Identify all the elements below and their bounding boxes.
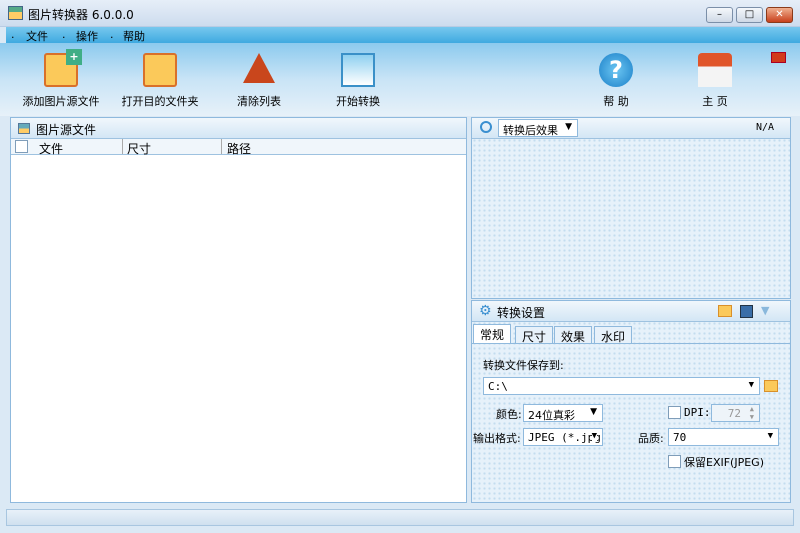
- keep-exif-label: 保留EXIF(JPEG): [684, 456, 764, 469]
- gear-icon: ⚙: [479, 303, 492, 319]
- open-folder-icon[interactable]: [718, 305, 732, 317]
- menu-bar: . 文件 . 操作 . 帮助: [6, 27, 800, 43]
- quality-label: 品质:: [638, 432, 664, 445]
- folder-icon: [143, 53, 177, 87]
- help-icon: ?: [599, 53, 633, 87]
- broom-icon: [243, 53, 275, 83]
- title-bar: 图片转换器 6.0.0.0 – □ ✕: [0, 0, 800, 27]
- flag-icon[interactable]: [771, 52, 786, 63]
- browse-folder-icon[interactable]: [764, 380, 778, 392]
- magic-wand-image-icon: [341, 53, 375, 87]
- color-label: 颜色:: [496, 408, 522, 421]
- tab-watermark[interactable]: 水印: [594, 326, 633, 344]
- keep-exif-checkbox[interactable]: [668, 455, 681, 468]
- format-label: 输出格式:: [473, 432, 521, 445]
- file-list[interactable]: [11, 155, 466, 500]
- menu-operation[interactable]: 操作: [76, 28, 98, 44]
- preview-mode-select[interactable]: 转换后效果 ▼: [498, 119, 578, 137]
- window-title: 图片转换器 6.0.0.0: [28, 8, 134, 22]
- column-path[interactable]: 路径: [227, 140, 251, 157]
- home-icon: [698, 53, 732, 87]
- column-header-row: 文件 尺寸 路径: [11, 139, 466, 157]
- add-source-button[interactable]: + 添加图片源文件: [20, 49, 102, 109]
- save-to-label: 转换文件保存到:: [483, 359, 564, 372]
- open-folder-button[interactable]: 打开目的文件夹: [118, 53, 202, 109]
- open-folder-label: 打开目的文件夹: [121, 95, 199, 108]
- save-icon[interactable]: [740, 305, 753, 318]
- image-icon: [18, 123, 30, 134]
- folder-add-icon: +: [44, 49, 82, 87]
- home-button[interactable]: 主 页: [695, 53, 735, 109]
- magnifier-icon: [480, 121, 492, 133]
- format-select[interactable]: JPEG (*.jpg ▼: [523, 428, 603, 446]
- source-files-title: 图片源文件: [36, 123, 97, 137]
- tab-general[interactable]: 常规: [473, 324, 512, 344]
- save-to-select[interactable]: C:\ ▼: [483, 377, 760, 395]
- help-button[interactable]: ? 帮 助: [596, 53, 636, 109]
- home-label: 主 页: [702, 95, 728, 108]
- collapse-icon[interactable]: ▼: [761, 304, 769, 317]
- help-label: 帮 助: [603, 95, 629, 108]
- start-convert-label: 开始转换: [336, 95, 380, 108]
- quality-select[interactable]: 70 ▼: [668, 428, 779, 446]
- add-source-label: 添加图片源文件: [22, 95, 100, 108]
- dpi-label: DPI:: [684, 406, 711, 419]
- preview-header: 转换后效果 ▼ N/A: [472, 118, 790, 139]
- preview-info: N/A: [755, 122, 774, 133]
- settings-title: 转换设置: [497, 306, 546, 320]
- start-convert-button[interactable]: 开始转换: [333, 53, 383, 109]
- status-bar: [6, 509, 794, 526]
- source-files-header: 图片源文件: [11, 118, 466, 139]
- minimize-button[interactable]: –: [706, 7, 733, 23]
- tab-size[interactable]: 尺寸: [515, 326, 554, 344]
- app-icon: [8, 6, 23, 20]
- tab-effect[interactable]: 效果: [554, 326, 593, 344]
- menu-help[interactable]: 帮助: [123, 28, 145, 44]
- maximize-button[interactable]: □: [736, 7, 763, 23]
- close-button[interactable]: ✕: [766, 7, 793, 23]
- source-files-panel: 图片源文件 文件 尺寸 路径: [10, 117, 467, 503]
- color-select[interactable]: 24位真彩 ▼: [523, 404, 603, 422]
- dpi-spinner[interactable]: 72 ▲ ▼: [711, 404, 760, 422]
- column-file[interactable]: 文件: [39, 140, 63, 157]
- toolbar: + 添加图片源文件 打开目的文件夹 清除列表 开始转换 ? 帮 助 主 页: [0, 43, 800, 116]
- column-size[interactable]: 尺寸: [127, 140, 151, 157]
- select-all-checkbox[interactable]: [15, 140, 28, 153]
- menu-file[interactable]: 文件: [26, 28, 48, 44]
- clear-list-button[interactable]: 清除列表: [232, 53, 286, 109]
- preview-area: [472, 139, 790, 297]
- clear-list-label: 清除列表: [237, 95, 281, 108]
- settings-header: ⚙ 转换设置 ▼: [472, 301, 790, 322]
- preview-panel: 转换后效果 ▼ N/A: [471, 117, 791, 299]
- dpi-checkbox[interactable]: [668, 406, 681, 419]
